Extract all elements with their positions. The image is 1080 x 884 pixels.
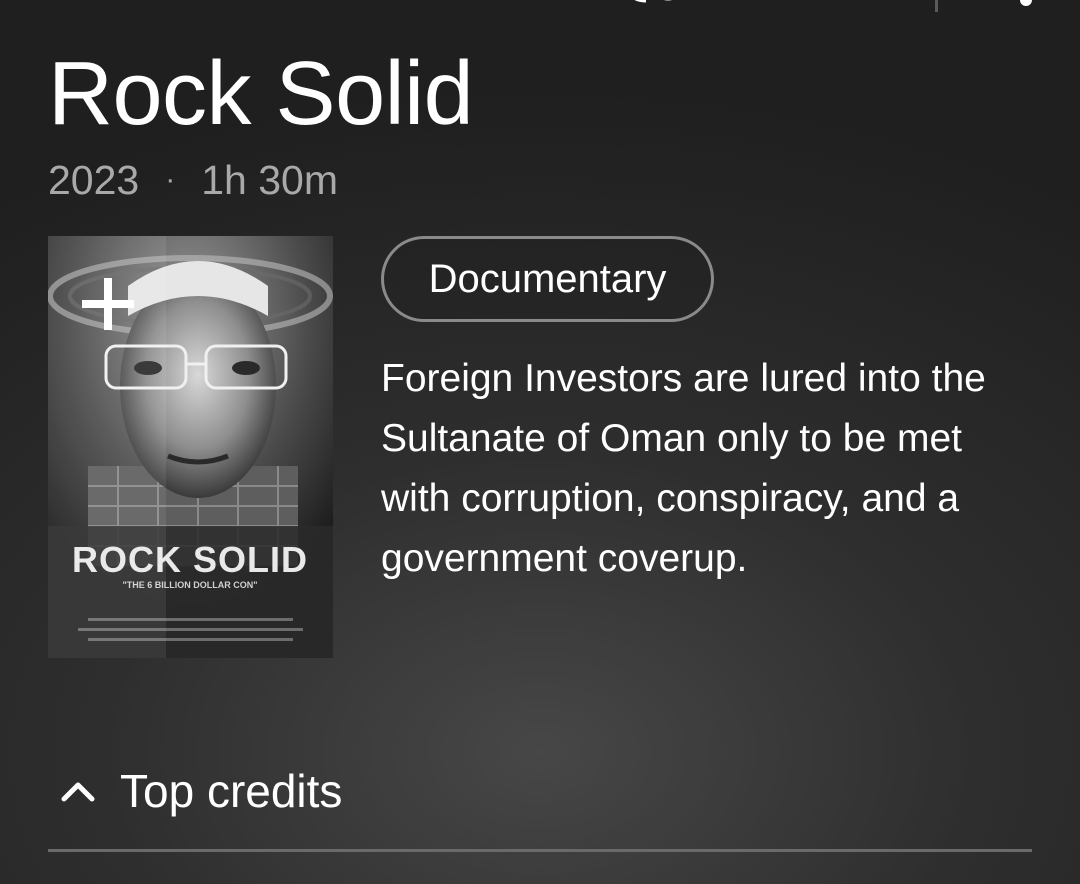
movie-title: Rock Solid xyxy=(48,44,474,144)
toolbar-divider xyxy=(935,0,938,12)
runtime: 1h 30m xyxy=(201,157,338,203)
release-year: 2023 xyxy=(48,157,140,203)
top-credits-label: Top credits xyxy=(120,765,343,817)
plus-icon[interactable] xyxy=(78,274,138,334)
cast-icon[interactable] xyxy=(622,0,686,6)
meta-separator: · xyxy=(165,163,176,196)
movie-description: Foreign Investors are lured into the Sul… xyxy=(381,357,986,580)
more-vert-icon[interactable] xyxy=(1010,0,1042,8)
section-divider xyxy=(48,849,1032,852)
top-app-bar xyxy=(0,0,1080,20)
top-credits-toggle[interactable]: Top credits xyxy=(48,756,1032,826)
movie-meta: 2023 · 1h 30m xyxy=(48,156,338,204)
genre-chip-documentary[interactable]: Documentary xyxy=(381,236,714,322)
movie-poster[interactable]: ROCK SOLID "THE 6 BILLION DOLLAR CON" xyxy=(48,236,333,658)
chevron-up-icon xyxy=(61,782,95,802)
